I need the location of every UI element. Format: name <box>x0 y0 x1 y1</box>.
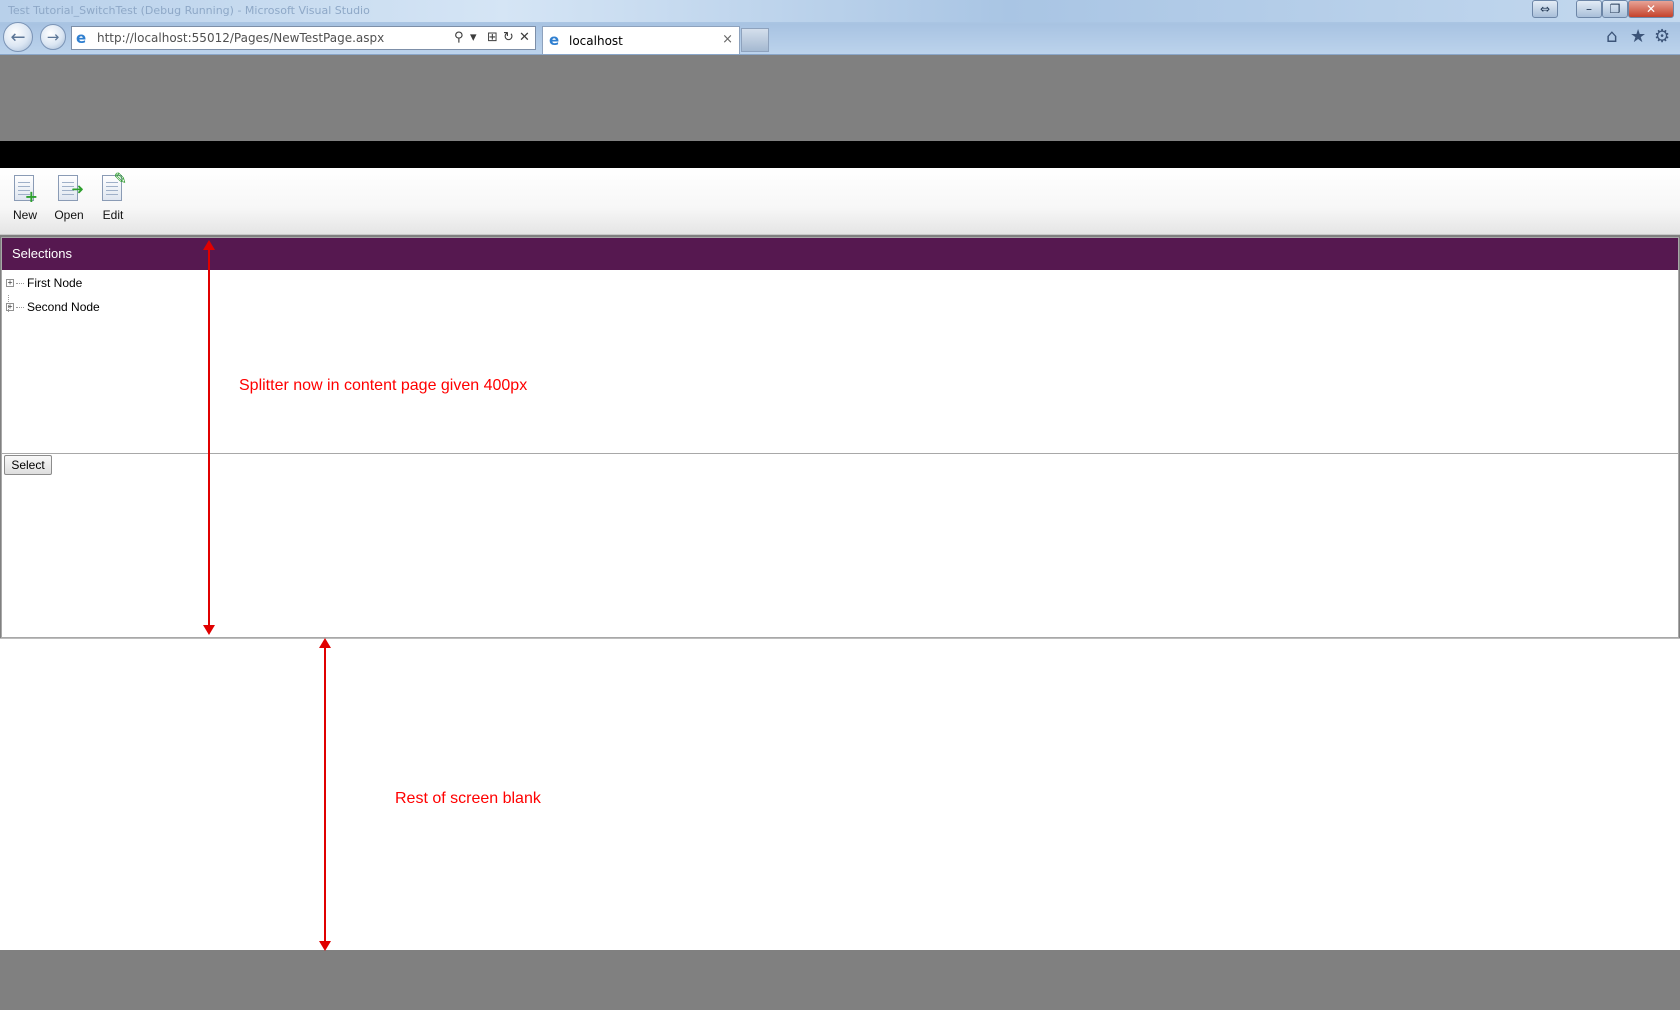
annotation-arrow-down <box>319 941 331 951</box>
new-button[interactable]: + New <box>5 174 45 222</box>
annotation-blank-note: Rest of screen blank <box>395 790 541 807</box>
close-tab-icon[interactable]: × <box>722 32 733 47</box>
stop-icon[interactable]: ✕ <box>519 30 530 46</box>
open-button[interactable]: ➜ Open <box>49 174 89 222</box>
selections-title: Selections <box>12 246 72 261</box>
tree-node-label[interactable]: First Node <box>27 276 82 290</box>
select-button[interactable]: Select <box>4 455 52 475</box>
open-document-icon: ➜ <box>56 174 84 204</box>
back-button[interactable]: ← <box>3 22 33 52</box>
edit-label: Edit <box>102 208 124 222</box>
annotation-arrow-down <box>203 625 215 635</box>
window-titlebar: Test Tutorial_SwitchTest (Debug Running)… <box>0 0 1680 22</box>
browser-tab[interactable]: e localhost × <box>542 26 740 54</box>
window-title: Test Tutorial_SwitchTest (Debug Running)… <box>8 4 370 17</box>
tree-connector-line <box>8 295 9 312</box>
address-url: http://localhost:55012/Pages/NewTestPage… <box>97 31 385 45</box>
window-switch-button[interactable]: ⇔ <box>1532 0 1558 18</box>
ribbon-toolbar: + New ➜ Open ✎ Edit <box>0 168 1680 235</box>
home-icon[interactable]: ⌂ <box>1606 27 1617 47</box>
selections-header: Selections <box>2 238 1678 270</box>
ie-tab-icon: e <box>549 31 560 49</box>
maximize-button[interactable]: ❐ <box>1602 0 1628 18</box>
browser-chrome: Test Tutorial_SwitchTest (Debug Running)… <box>0 0 1680 55</box>
tree-node-second[interactable]: + Second Node <box>6 298 100 316</box>
annotation-arrow-line <box>324 646 326 942</box>
arrow-right-icon: → <box>46 28 60 46</box>
edit-button[interactable]: ✎ Edit <box>93 171 133 222</box>
favorites-star-icon[interactable]: ★ <box>1630 27 1646 47</box>
annotation-arrow-line <box>208 248 210 626</box>
arrow-left-icon: ← <box>10 26 26 48</box>
minimize-button[interactable]: – <box>1576 0 1602 18</box>
blank-content-area <box>0 638 1680 950</box>
ie-page-icon: e <box>76 29 87 47</box>
chevron-down-icon[interactable]: ▾ <box>470 30 477 46</box>
open-label: Open <box>54 208 84 222</box>
address-bar[interactable]: e http://localhost:55012/Pages/NewTestPa… <box>71 26 536 50</box>
refresh-icon[interactable]: ↻ <box>503 30 514 46</box>
new-document-icon: + <box>12 174 38 205</box>
expand-plus-icon[interactable]: + <box>6 279 14 287</box>
edit-document-icon: ✎ <box>100 171 127 204</box>
header-black-bar <box>0 141 1680 168</box>
tree-node-label[interactable]: Second Node <box>27 300 100 314</box>
new-tab-button[interactable] <box>741 28 769 52</box>
tree-node-first[interactable]: + First Node <box>6 274 82 292</box>
annotation-splitter-note: Splitter now in content page given 400px <box>239 377 528 394</box>
tab-title: localhost <box>569 34 623 48</box>
gear-icon[interactable]: ⚙ <box>1654 27 1670 47</box>
compatibility-view-icon[interactable]: ⊞ <box>487 30 498 46</box>
close-window-button[interactable]: ✕ <box>1628 0 1674 18</box>
forward-button[interactable]: → <box>40 24 66 50</box>
tree-pane: + First Node + Second Node <box>2 270 1678 454</box>
search-icon[interactable]: ⚲ <box>454 30 464 46</box>
new-label: New <box>12 208 37 222</box>
